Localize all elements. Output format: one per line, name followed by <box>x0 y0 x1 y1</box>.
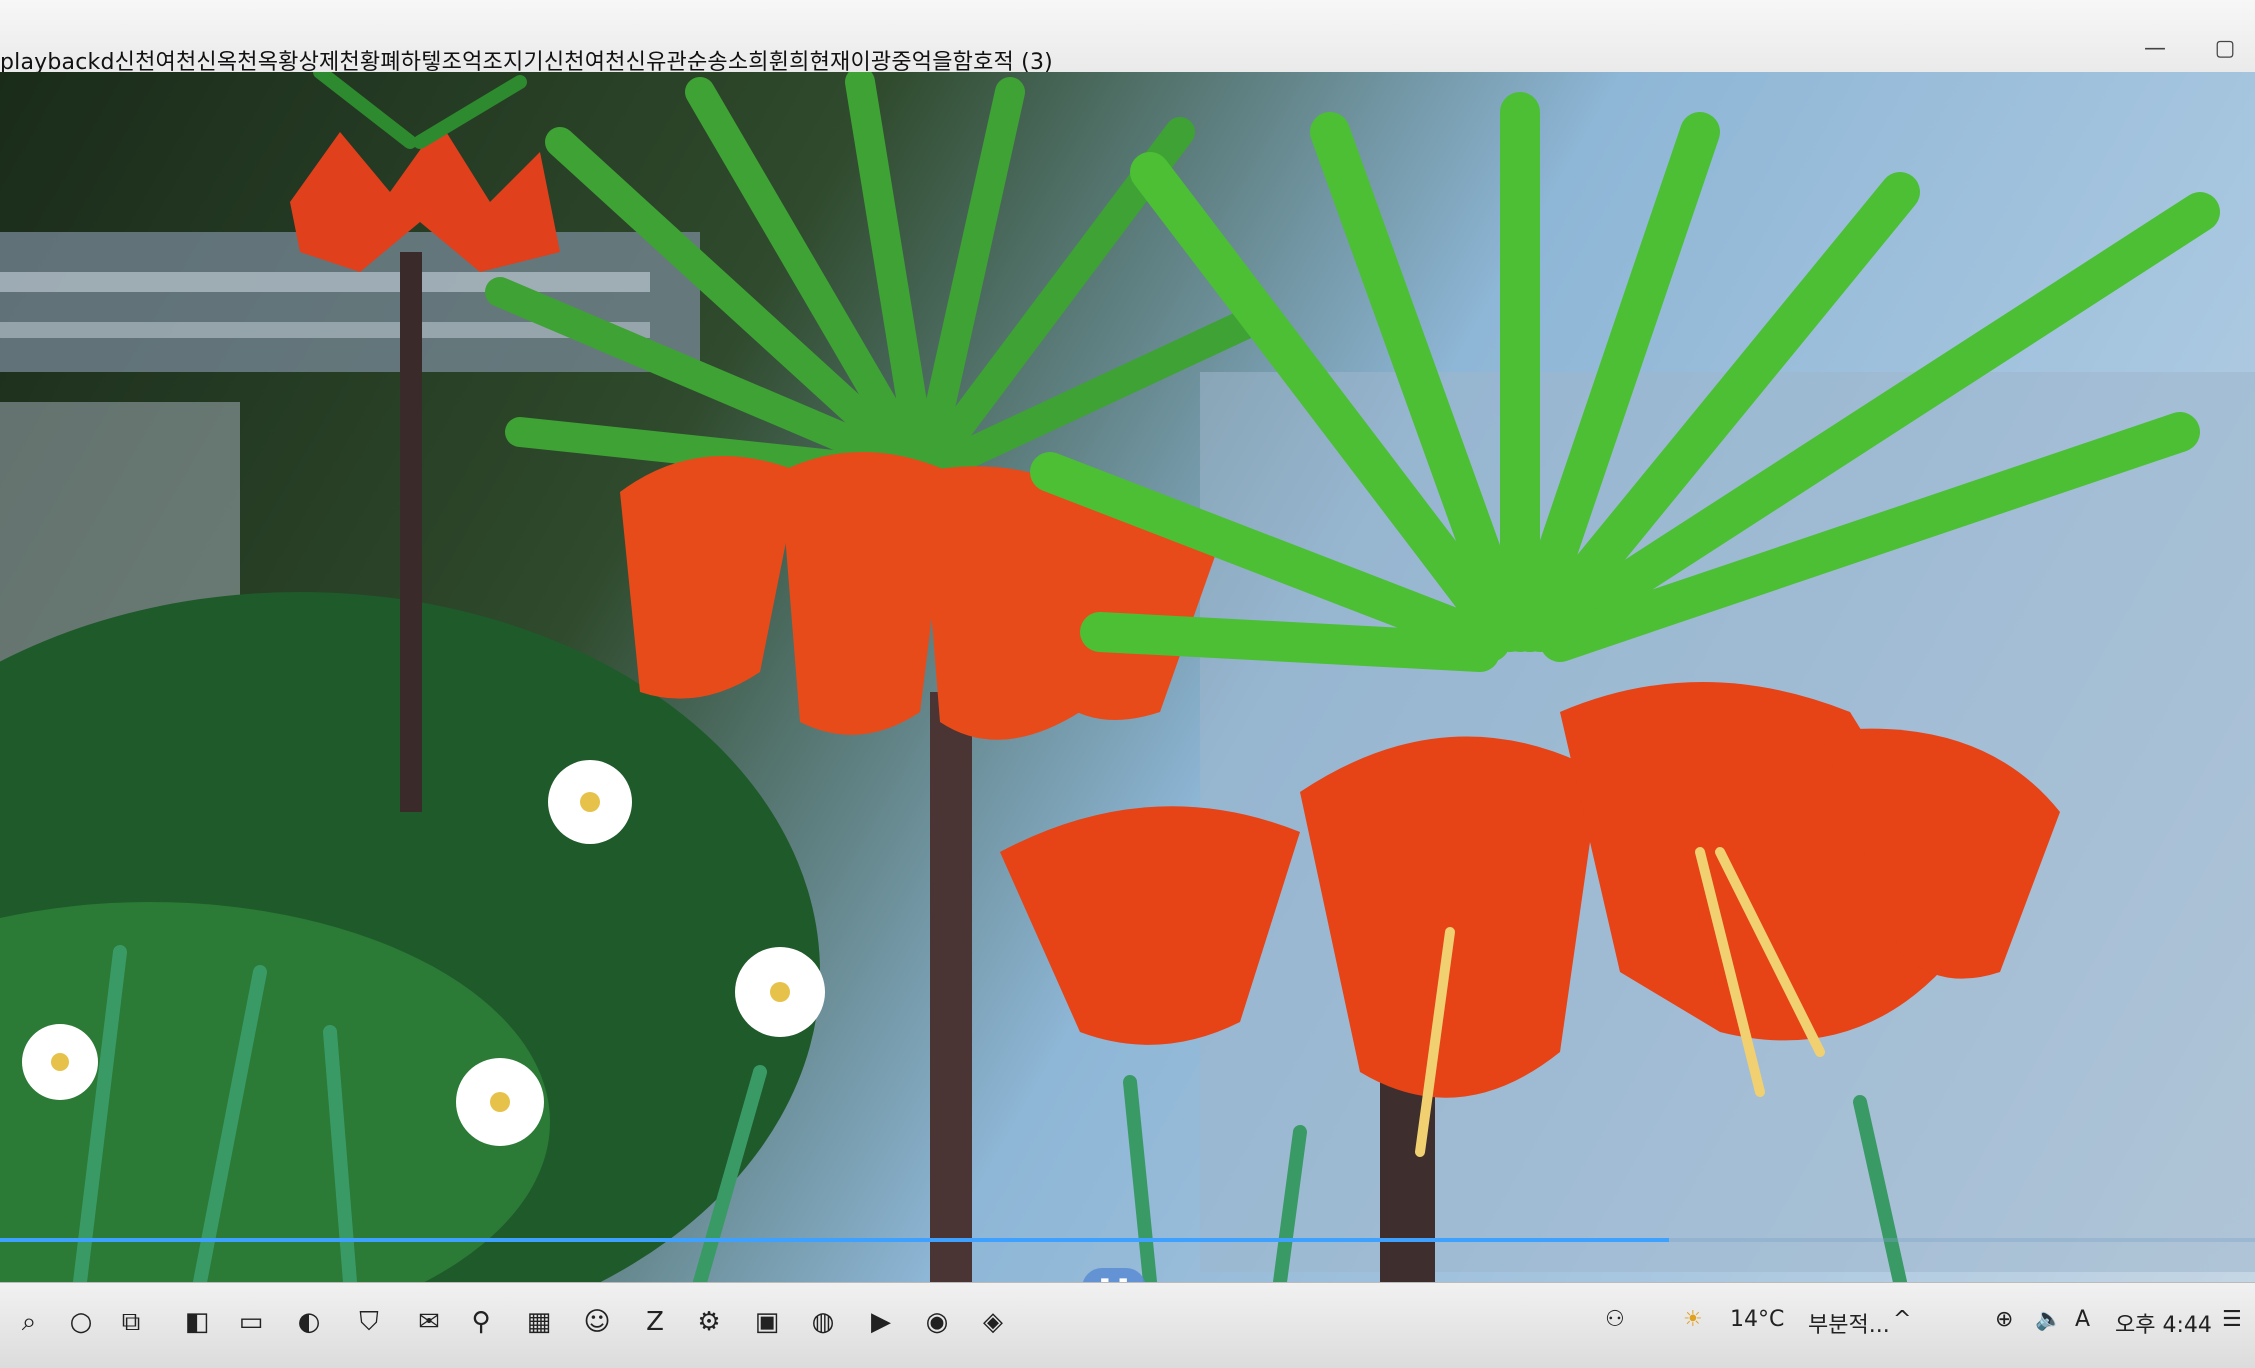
task-view-icon[interactable]: ⧉ <box>112 1303 150 1341</box>
app-grid-icon[interactable]: ▦ <box>520 1303 558 1341</box>
show-hidden-icons-chevron-icon[interactable]: ^ <box>1893 1307 1911 1332</box>
input-method-indicator[interactable]: A <box>2075 1307 2090 1332</box>
network-icon[interactable]: ⊕ <box>1995 1307 2013 1332</box>
maximize-button[interactable]: ▢ <box>2205 36 2245 66</box>
weather-temperature[interactable]: 14°C <box>1730 1307 1784 1332</box>
app-red-icon[interactable]: ◉ <box>918 1303 956 1341</box>
office-icon[interactable]: ◧ <box>178 1303 216 1341</box>
app-shield-icon[interactable]: ◈ <box>974 1303 1012 1341</box>
magnifier-icon[interactable]: ⚲ <box>462 1303 500 1341</box>
flower-scene <box>0 72 2255 1282</box>
browser-icon[interactable]: ◍ <box>804 1303 842 1341</box>
mail-icon[interactable]: ✉ <box>410 1303 448 1341</box>
settings-icon[interactable]: ⚙ <box>690 1303 728 1341</box>
security-icon[interactable]: ⛉ <box>350 1303 388 1341</box>
volume-icon[interactable]: 🔈 <box>2035 1307 2062 1332</box>
weather-description[interactable]: 부분적... <box>1808 1307 1890 1339</box>
edge-icon[interactable]: ◐ <box>290 1303 328 1341</box>
people-icon[interactable]: ⚇ <box>1605 1307 1625 1332</box>
media-player-icon[interactable]: ▶ <box>862 1303 900 1341</box>
cortana-icon[interactable]: ○ <box>62 1303 100 1341</box>
file-explorer-icon[interactable]: ▭ <box>232 1303 270 1341</box>
notification-center-icon[interactable]: ☰ <box>2222 1307 2242 1332</box>
messenger-icon[interactable]: ☺ <box>578 1303 616 1341</box>
minimize-button[interactable]: — <box>2135 36 2175 66</box>
filezilla-icon[interactable]: Z <box>636 1303 674 1341</box>
window-title-bar: playbackd신천여천신옥천옥황상제천황폐하텧조억조지기신천여천신유관순송소… <box>0 0 2255 78</box>
seek-bar-progress <box>0 1238 1669 1242</box>
clock[interactable]: 오후 4:44 <box>2115 1307 2212 1339</box>
seek-bar[interactable] <box>0 1238 2255 1242</box>
search-icon[interactable]: ⌕ <box>10 1303 48 1341</box>
taskbar: ⌕ ○ ⧉ ◧ ▭ ◐ ⛉ ✉ ⚲ ▦ ☺ Z ⚙ ▣ ◍ ▶ ◉ ◈ ⚇ ☀ 14°C 부분적... ^ ⊕ 🔈… <box>0 1282 2255 1368</box>
video-frame[interactable] <box>0 72 2255 1282</box>
photos-icon[interactable]: ▣ <box>748 1303 786 1341</box>
weather-icon[interactable]: ☀ <box>1683 1307 1703 1332</box>
